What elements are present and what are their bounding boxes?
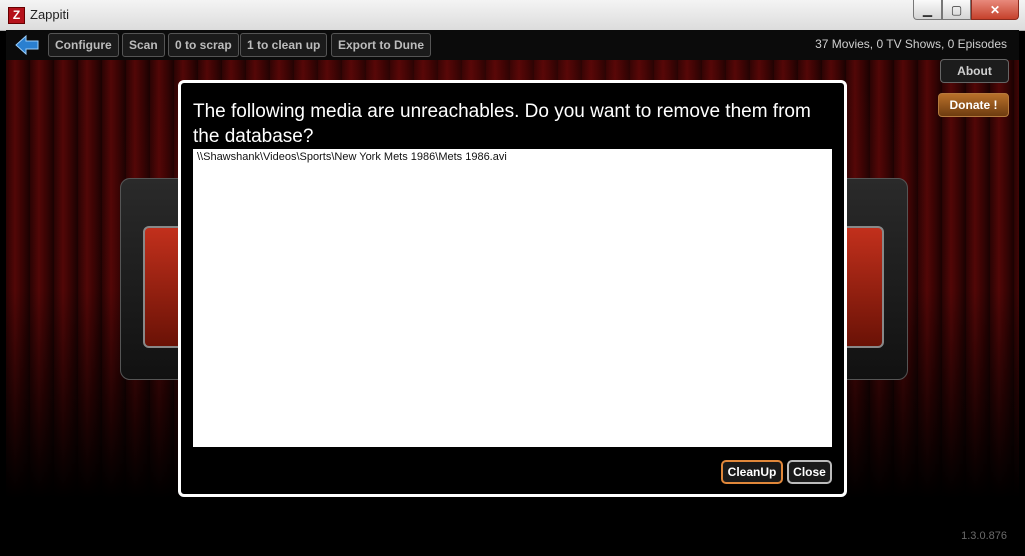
close-dialog-button[interactable]: Close [787, 460, 832, 484]
export-to-dune-button[interactable]: Export to Dune [331, 33, 431, 57]
maximize-button[interactable]: ▢ [942, 0, 971, 20]
window-titlebar: Z Zappiti ▁ ▢ ✕ [0, 0, 1025, 31]
configure-button[interactable]: Configure [48, 33, 119, 57]
scan-button[interactable]: Scan [122, 33, 165, 57]
app-logo-icon: Z [8, 7, 25, 24]
cleanup-button[interactable]: CleanUp [721, 460, 783, 484]
version-label: 1.3.0.876 [961, 530, 1007, 542]
dialog-title: The following media are unreachables. Do… [193, 101, 811, 147]
window-controls: ▁ ▢ ✕ [913, 0, 1019, 20]
list-item[interactable]: \\Shawshank\Videos\Sports\New York Mets … [193, 149, 832, 165]
donate-button[interactable]: Donate ! [938, 93, 1009, 117]
window-title: Zappiti [30, 7, 70, 22]
unreachable-media-list[interactable]: \\Shawshank\Videos\Sports\New York Mets … [193, 149, 832, 447]
toolbar: Configure Scan 0 to scrap 1 to clean up … [6, 30, 1019, 60]
minimize-button[interactable]: ▁ [913, 0, 942, 20]
unreachable-media-dialog: The following media are unreachables. Do… [178, 80, 847, 497]
close-window-button[interactable]: ✕ [971, 0, 1019, 20]
clean-up-button[interactable]: 1 to clean up [240, 33, 328, 57]
back-arrow-icon[interactable] [14, 34, 40, 56]
about-button[interactable]: About [940, 59, 1009, 83]
library-counts: 37 Movies, 0 TV Shows, 0 Episodes [815, 37, 1007, 51]
scrap-button[interactable]: 0 to scrap [168, 33, 239, 57]
